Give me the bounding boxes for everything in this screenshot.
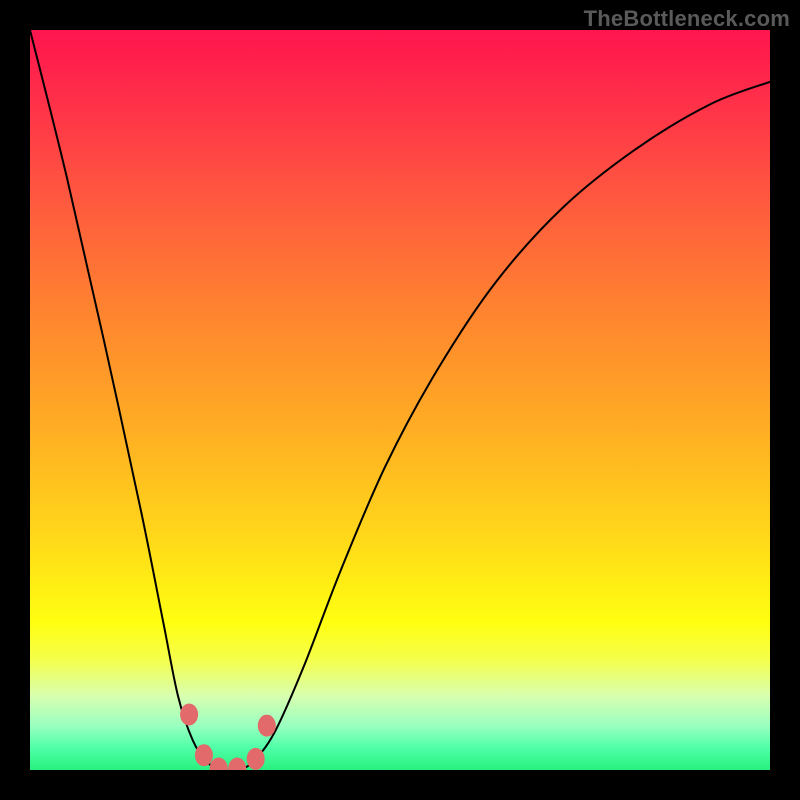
chart-overlay	[30, 30, 770, 770]
bottleneck-curve-line	[30, 30, 770, 770]
watermark-text: TheBottleneck.com	[584, 6, 790, 32]
curve-marker	[210, 758, 228, 771]
curve-marker	[247, 748, 265, 770]
curve-markers	[180, 704, 276, 771]
curve-marker	[180, 704, 198, 726]
curve-marker	[258, 715, 276, 737]
curve-marker	[195, 744, 213, 766]
curve-marker	[228, 758, 246, 771]
